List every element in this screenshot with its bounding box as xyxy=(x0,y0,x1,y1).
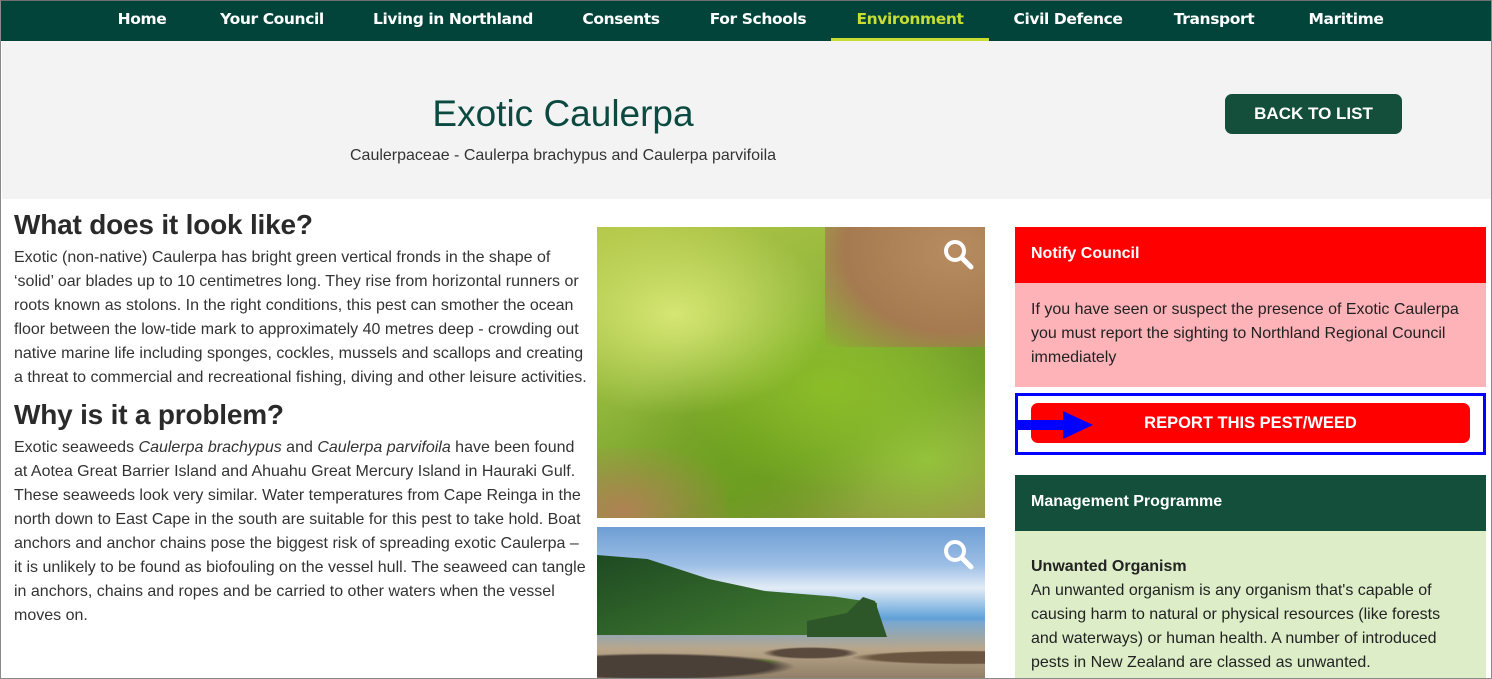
page-subtitle: Caulerpaceae - Caulerpa brachypus and Ca… xyxy=(349,147,777,164)
nav-item-consents[interactable]: Consents xyxy=(574,1,668,41)
management-programme-heading: Management Programme xyxy=(1015,475,1486,531)
main-nav: Home Your Council Living in Northland Co… xyxy=(1,1,1491,41)
nav-item-transport[interactable]: Transport xyxy=(1165,1,1263,41)
notify-council-body: If you have seen or suspect the presence… xyxy=(1015,283,1486,387)
nav-item-home[interactable]: Home xyxy=(108,1,176,41)
browser-viewport: Home Your Council Living in Northland Co… xyxy=(0,0,1492,679)
image-texture xyxy=(597,448,727,518)
annotation-arrow-icon xyxy=(1015,411,1093,439)
zoom-magnifier-icon[interactable] xyxy=(941,537,975,571)
management-description: An unwanted organism is any organism tha… xyxy=(1031,582,1441,671)
text-segment: Exotic seaweeds xyxy=(14,439,139,456)
nav-item-environment[interactable]: Environment xyxy=(831,1,989,41)
page-header: Exotic Caulerpa Caulerpaceae - Caulerpa … xyxy=(2,41,1491,199)
text-segment: have been found at Aotea Great Barrier I… xyxy=(14,439,586,624)
section-body-appearance: Exotic (non-native) Caulerpa has bright … xyxy=(14,249,587,386)
nav-item-for-schools[interactable]: For Schools xyxy=(704,1,812,41)
section-heading-problem: Why is it a problem? xyxy=(14,399,284,430)
management-subheading: Unwanted Organism xyxy=(1031,558,1187,575)
nav-item-maritime[interactable]: Maritime xyxy=(1301,1,1391,41)
image-texture xyxy=(597,635,985,678)
gallery-image-seaweed[interactable] xyxy=(597,227,985,518)
back-to-list-button[interactable]: BACK TO LIST xyxy=(1225,94,1402,134)
nav-item-living-in-northland[interactable]: Living in Northland xyxy=(369,1,537,41)
species-name: Caulerpa brachypus xyxy=(138,439,282,456)
text-segment: and xyxy=(281,439,318,456)
notify-council-heading: Notify Council xyxy=(1015,227,1486,283)
nav-item-your-council[interactable]: Your Council xyxy=(213,1,331,41)
zoom-magnifier-icon[interactable] xyxy=(941,237,975,271)
section-body-problem: Exotic seaweeds Caulerpa brachypus and C… xyxy=(14,436,589,628)
nav-item-civil-defence[interactable]: Civil Defence xyxy=(1009,1,1127,41)
section-heading-appearance: What does it look like? xyxy=(14,209,313,240)
gallery-image-coastline[interactable] xyxy=(597,527,985,678)
species-name: Caulerpa parvifoila xyxy=(317,439,451,456)
main-content: What does it look like? Exotic (non-nati… xyxy=(14,206,589,628)
management-programme-body: Unwanted Organism An unwanted organism i… xyxy=(1015,531,1486,678)
page-title: Exotic Caulerpa xyxy=(432,93,694,134)
report-pest-button[interactable]: REPORT THIS PEST/WEED xyxy=(1031,403,1470,443)
